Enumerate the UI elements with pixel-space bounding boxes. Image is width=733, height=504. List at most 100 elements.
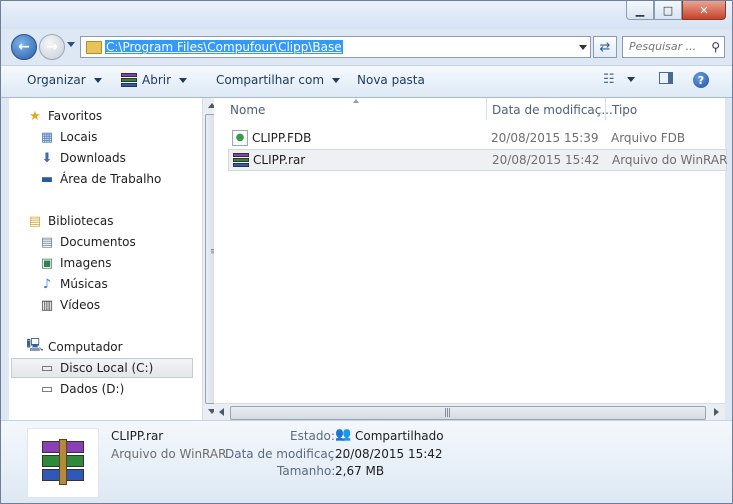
size-value: 2,67 MB [335, 464, 385, 478]
sidebar-item-label: Disco Local (C:) [60, 361, 154, 375]
command-bar: Organizar Abrir Compartilhar com Nova pa… [1, 65, 732, 98]
sidebar-libraries[interactable]: ▤ Bibliotecas [27, 211, 213, 231]
column-header-type[interactable]: Tipo [612, 98, 637, 122]
share-label: Compartilhar com [216, 73, 325, 87]
sidebar-item-label: Bibliotecas [48, 214, 114, 228]
sidebar-item-local-disk-c[interactable]: ▭ Disco Local (C:) [11, 358, 193, 378]
sidebar-favorites[interactable]: ★ Favoritos [27, 106, 213, 126]
sort-ascending-icon [353, 99, 359, 103]
refresh-button[interactable]: ⇄ [593, 36, 617, 58]
new-folder-label: Nova pasta [357, 73, 425, 87]
file-name: CLIPP.rar [253, 153, 306, 167]
navigation-bar: ← → C:\Program Files\Compufour\Clipp\Bas… [1, 31, 732, 63]
sidebar-item-locais[interactable]: ▦ Locais [39, 127, 225, 147]
sidebar-computer[interactable]: 🖳 Computador [26, 337, 213, 357]
minimize-button[interactable]: ▁ [626, 1, 654, 20]
explorer-window: ▁ □ ✕ ← → C:\Program Files\Compufour\Cli… [0, 0, 733, 504]
sidebar-item-label: Vídeos [60, 298, 101, 312]
back-button[interactable]: ← [11, 34, 37, 60]
sidebar-item-label: Área de Trabalho [60, 172, 162, 186]
grip-icon: ||| [444, 408, 451, 418]
open-with-label: Abrir [142, 73, 172, 87]
organize-button[interactable]: Organizar [27, 73, 102, 87]
sidebar-item-label: Músicas [60, 277, 108, 291]
chevron-down-icon [93, 77, 102, 83]
title-bar: ▁ □ ✕ [1, 1, 732, 29]
music-icon: ♪ [42, 276, 52, 292]
scroll-left-icon[interactable] [219, 408, 224, 416]
chevron-down-icon [626, 77, 635, 82]
drive-icon: ▭ [40, 360, 54, 376]
sidebar-item-musicas[interactable]: ♪ Músicas [39, 274, 225, 294]
open-with-button[interactable]: Abrir [121, 73, 188, 87]
search-icon[interactable]: ⚲ [711, 40, 720, 54]
sidebar-item-documentos[interactable]: ▤ Documentos [39, 232, 225, 252]
winrar-large-icon [27, 428, 99, 498]
modified-label: Data de modificaç... [225, 447, 346, 461]
file-list: Nome Data de modificaç... Tipo ● CLIPP.F… [214, 98, 727, 421]
file-type: Arquivo do WinRAR [612, 153, 728, 167]
column-divider[interactable] [605, 98, 606, 120]
computer-icon: 🖳 [26, 338, 44, 353]
details-file-type: Arquivo do WinRAR [111, 447, 227, 461]
file-row[interactable]: ● CLIPP.FDB 20/08/2015 15:39 Arquivo FDB [228, 128, 725, 148]
file-type: Arquivo FDB [611, 131, 686, 145]
file-row[interactable]: CLIPP.rar 20/08/2015 15:42 Arquivo do Wi… [228, 149, 727, 171]
help-button[interactable]: ? [693, 72, 709, 88]
close-button[interactable]: ✕ [682, 1, 726, 20]
column-header-date[interactable]: Data de modificaç... [492, 98, 613, 122]
refresh-icon: ⇄ [599, 39, 611, 55]
sidebar-item-videos[interactable]: ▥ Vídeos [39, 295, 225, 315]
file-date: 20/08/2015 15:39 [491, 131, 599, 145]
address-dropdown-icon[interactable] [579, 45, 587, 50]
scroll-right-icon[interactable] [714, 408, 719, 416]
video-icon: ▥ [40, 297, 54, 313]
documents-icon: ▤ [40, 234, 54, 250]
sidebar-item-desktop[interactable]: ▬ Área de Trabalho [39, 169, 225, 189]
sidebar-item-label: Locais [60, 130, 98, 144]
details-pane: CLIPP.rar Arquivo do WinRAR Estado: 👥 Co… [1, 420, 732, 503]
chevron-down-icon [179, 77, 188, 83]
sidebar-item-label: Dados (D:) [60, 382, 125, 396]
file-name: CLIPP.FDB [252, 131, 312, 145]
column-header-name[interactable]: Nome [230, 98, 265, 122]
navigation-pane: ★ Favoritos ▦ Locais ⬇ Downloads ▬ Área … [9, 98, 220, 420]
view-details-icon: ☷ [603, 72, 615, 87]
sidebar-item-label: Imagens [60, 256, 112, 270]
view-options-button[interactable]: ☷ [603, 72, 635, 87]
places-icon: ▦ [40, 129, 54, 145]
search-box[interactable]: ⚲ [622, 36, 725, 58]
winrar-icon [233, 152, 249, 168]
winrar-icon [121, 73, 137, 87]
sidebar-item-imagens[interactable]: ▣ Imagens [39, 253, 225, 273]
address-bar[interactable]: C:\Program Files\Compufour\Clipp\Base [80, 36, 591, 58]
sidebar-item-data-d[interactable]: ▭ Dados (D:) [39, 379, 225, 399]
pictures-icon: ▣ [40, 255, 54, 271]
details-file-name: CLIPP.rar [111, 429, 164, 443]
shared-users-icon: 👥 [335, 427, 352, 442]
file-list-scrollbar[interactable]: ||| [214, 403, 725, 421]
modified-value: 20/08/2015 15:42 [335, 447, 443, 461]
address-path[interactable]: C:\Program Files\Compufour\Clipp\Base [105, 40, 343, 54]
star-icon: ★ [29, 108, 41, 124]
preview-pane-button[interactable] [659, 72, 673, 84]
maximize-button[interactable]: □ [654, 1, 682, 20]
folder-icon [86, 41, 102, 54]
forward-button[interactable]: → [39, 34, 65, 60]
downloads-folder-icon: ⬇ [41, 150, 53, 166]
caption-buttons: ▁ □ ✕ [626, 1, 726, 20]
drive-icon: ▭ [40, 381, 54, 397]
sidebar-item-downloads[interactable]: ⬇ Downloads [39, 148, 225, 168]
organize-label: Organizar [27, 73, 86, 87]
status-label: Estado: [290, 429, 335, 443]
search-input[interactable] [627, 39, 707, 54]
sidebar-item-label: Computador [48, 340, 123, 354]
desktop-icon: ▬ [40, 171, 54, 187]
share-button[interactable]: Compartilhar com [216, 73, 341, 87]
scrollbar-thumb[interactable]: ||| [230, 406, 706, 420]
new-folder-button[interactable]: Nova pasta [357, 73, 425, 87]
sidebar-item-label: Favoritos [48, 109, 103, 123]
recent-pages-dropdown[interactable] [67, 42, 75, 47]
fdb-file-icon: ● [232, 130, 248, 146]
column-divider[interactable] [486, 98, 487, 120]
